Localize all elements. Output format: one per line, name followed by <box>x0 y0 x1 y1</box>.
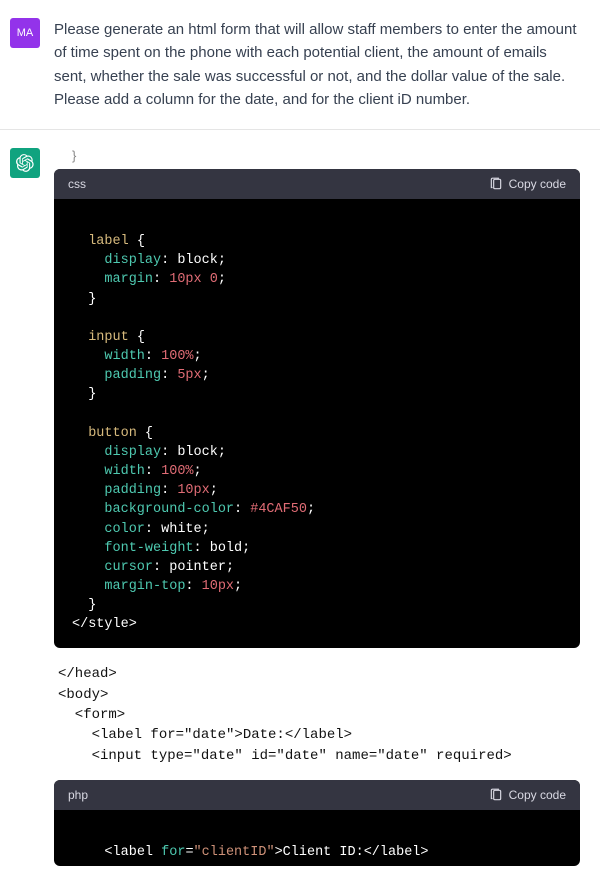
truncated-code-top: } <box>54 148 580 163</box>
clipboard-icon <box>489 177 503 191</box>
code-block-css: css Copy code label { display: block; ma… <box>54 169 580 648</box>
code-lang-label: css <box>68 177 86 191</box>
copy-code-button[interactable]: Copy code <box>489 177 566 191</box>
code-header: css Copy code <box>54 169 580 199</box>
plain-html-code: </head> <body> <form> <label for="date">… <box>58 664 580 765</box>
copy-code-label: Copy code <box>509 177 566 191</box>
user-message: MA Please generate an html form that wil… <box>0 0 600 130</box>
assistant-avatar <box>10 148 40 178</box>
copy-code-button[interactable]: Copy code <box>489 788 566 802</box>
code-header: php Copy code <box>54 780 580 810</box>
assistant-message: } css Copy code label { display: block; … <box>0 130 600 884</box>
avatar: MA <box>10 18 40 48</box>
clipboard-icon <box>489 788 503 802</box>
code-content-php: <label for="clientID">Client ID:</label> <box>54 810 580 866</box>
code-block-php: php Copy code <label for="clientID">Clie… <box>54 780 580 866</box>
code-content-css: label { display: block; margin: 10px 0; … <box>54 199 580 648</box>
code-lang-label: php <box>68 788 88 802</box>
copy-code-label: Copy code <box>509 788 566 802</box>
openai-icon <box>16 154 34 172</box>
user-prompt: Please generate an html form that will a… <box>54 18 580 111</box>
